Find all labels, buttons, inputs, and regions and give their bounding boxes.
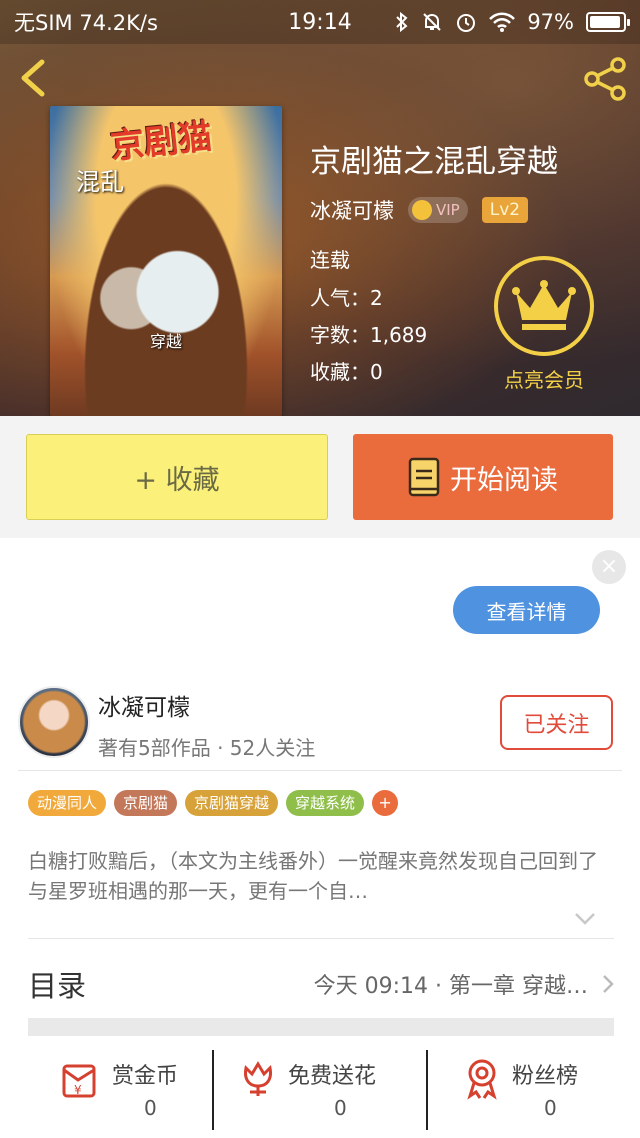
- red-envelope-icon: ¥: [62, 1064, 96, 1098]
- tag-item[interactable]: 京剧猫穿越: [185, 790, 279, 816]
- chevron-left-icon: [21, 59, 45, 97]
- action-bar: + 收藏 开始阅读: [0, 416, 640, 538]
- tag-item[interactable]: 动漫同人: [28, 790, 107, 816]
- mute-bell-icon: [423, 13, 442, 31]
- send-flower-button[interactable]: 免费送花 0: [212, 1050, 426, 1130]
- chevron-down-icon[interactable]: [574, 912, 596, 926]
- author-name[interactable]: 冰凝可檬: [98, 688, 190, 722]
- vip-badge: VIP: [408, 197, 468, 223]
- vip-crown-icon: [412, 200, 432, 220]
- add-favorite-button[interactable]: + 收藏: [26, 434, 328, 520]
- book-header: 无SIM 74.2K/s 19:14 97% 京剧猫 混乱 穿越 京剧猫之混乱穿…: [0, 0, 640, 416]
- level-badge: Lv2: [481, 197, 529, 223]
- back-button[interactable]: [14, 56, 54, 100]
- status-bar: 无SIM 74.2K/s 19:14 97%: [0, 0, 640, 44]
- bluetooth-icon: [396, 11, 408, 33]
- book-cover[interactable]: 京剧猫 混乱 穿越: [50, 106, 282, 416]
- add-tag-button[interactable]: +: [372, 790, 399, 816]
- share-button[interactable]: [582, 56, 628, 102]
- medal-icon: [467, 1059, 497, 1100]
- cover-subtitle: 混乱: [76, 168, 124, 196]
- wifi-icon: [489, 12, 516, 32]
- divider: [18, 770, 622, 771]
- view-details-button[interactable]: 查看详情: [453, 586, 600, 634]
- flower-icon: [244, 1061, 272, 1096]
- crown-icon: [512, 280, 576, 330]
- popularity: 人气：2: [310, 286, 383, 310]
- vip-membership-label[interactable]: 点亮会员: [474, 364, 614, 393]
- reward-label: 免费送花: [288, 1064, 377, 1089]
- start-reading-label: 开始阅读: [450, 464, 558, 496]
- alarm-icon: [457, 14, 476, 32]
- tag-item[interactable]: 穿越系统: [286, 790, 365, 816]
- divider: [28, 938, 614, 939]
- author-stats: 著有5部作品 · 52人关注: [98, 736, 316, 760]
- share-icon: [584, 57, 626, 101]
- table-of-contents-row[interactable]: 目录 今天 09:14 · 第一章 穿越…: [28, 948, 614, 1020]
- network-speed: 74.2K/s: [79, 11, 158, 35]
- vip-membership-button[interactable]: [494, 256, 594, 356]
- book-info-panel: 冰凝可檬 著有5部作品 · 52人关注 已关注 动漫同人 京剧猫 京剧猫穿越 穿…: [0, 666, 640, 1138]
- cover-title: 京剧猫: [108, 116, 215, 168]
- battery-percent: 97%: [527, 10, 574, 34]
- reward-count: 0: [334, 1096, 347, 1120]
- toc-label: 目录: [28, 969, 87, 1003]
- battery-icon: [586, 12, 630, 32]
- close-ad-button[interactable]: ×: [592, 550, 626, 584]
- reward-bar: ¥ 赏金币 0 免费送花 0 粉丝榜 0: [0, 1050, 640, 1130]
- book-icon: [408, 457, 440, 497]
- tag-list: 动漫同人 京剧猫 京剧猫穿越 穿越系统 +: [28, 790, 399, 816]
- reward-count: 0: [544, 1096, 557, 1120]
- svg-text:¥: ¥: [74, 1083, 82, 1097]
- author-name-link[interactable]: 冰凝可檬: [310, 195, 394, 225]
- section-separator: [28, 1018, 614, 1036]
- status-left: 无SIM 74.2K/s: [14, 7, 395, 37]
- vip-badge-label: VIP: [436, 201, 460, 219]
- reward-count: 0: [144, 1096, 157, 1120]
- author-row: 冰凝可檬 VIP Lv2: [310, 195, 529, 225]
- reward-label: 赏金币: [112, 1064, 179, 1089]
- latest-chapter: 今天 09:14 · 第一章 穿越…: [313, 974, 588, 999]
- word-count: 字数：1,689: [310, 323, 428, 347]
- chevron-right-icon: [603, 975, 614, 993]
- follow-button[interactable]: 已关注: [500, 695, 613, 750]
- avatar[interactable]: [18, 686, 90, 758]
- cover-subtitle-bottom: 穿越: [150, 332, 183, 351]
- serial-status: 连载: [310, 248, 350, 272]
- book-summary: 白糖打败黯后，（本文为主线番外）一觉醒来竟然发现自己回到了与星罗班相遇的那一天，…: [28, 849, 598, 903]
- reward-coins-button[interactable]: ¥ 赏金币 0: [0, 1050, 212, 1130]
- start-reading-button[interactable]: 开始阅读: [353, 434, 613, 520]
- tag-item[interactable]: 京剧猫: [114, 790, 178, 816]
- favorite-count: 收藏：0: [310, 360, 383, 384]
- reward-label: 粉丝榜: [512, 1064, 579, 1089]
- fan-ranking-button[interactable]: 粉丝榜 0: [426, 1050, 640, 1130]
- ad-banner: × 查看详情: [0, 538, 640, 666]
- carrier-text: 无SIM: [14, 11, 73, 35]
- book-title: 京剧猫之混乱穿越: [310, 144, 558, 180]
- status-right: 97%: [395, 10, 630, 34]
